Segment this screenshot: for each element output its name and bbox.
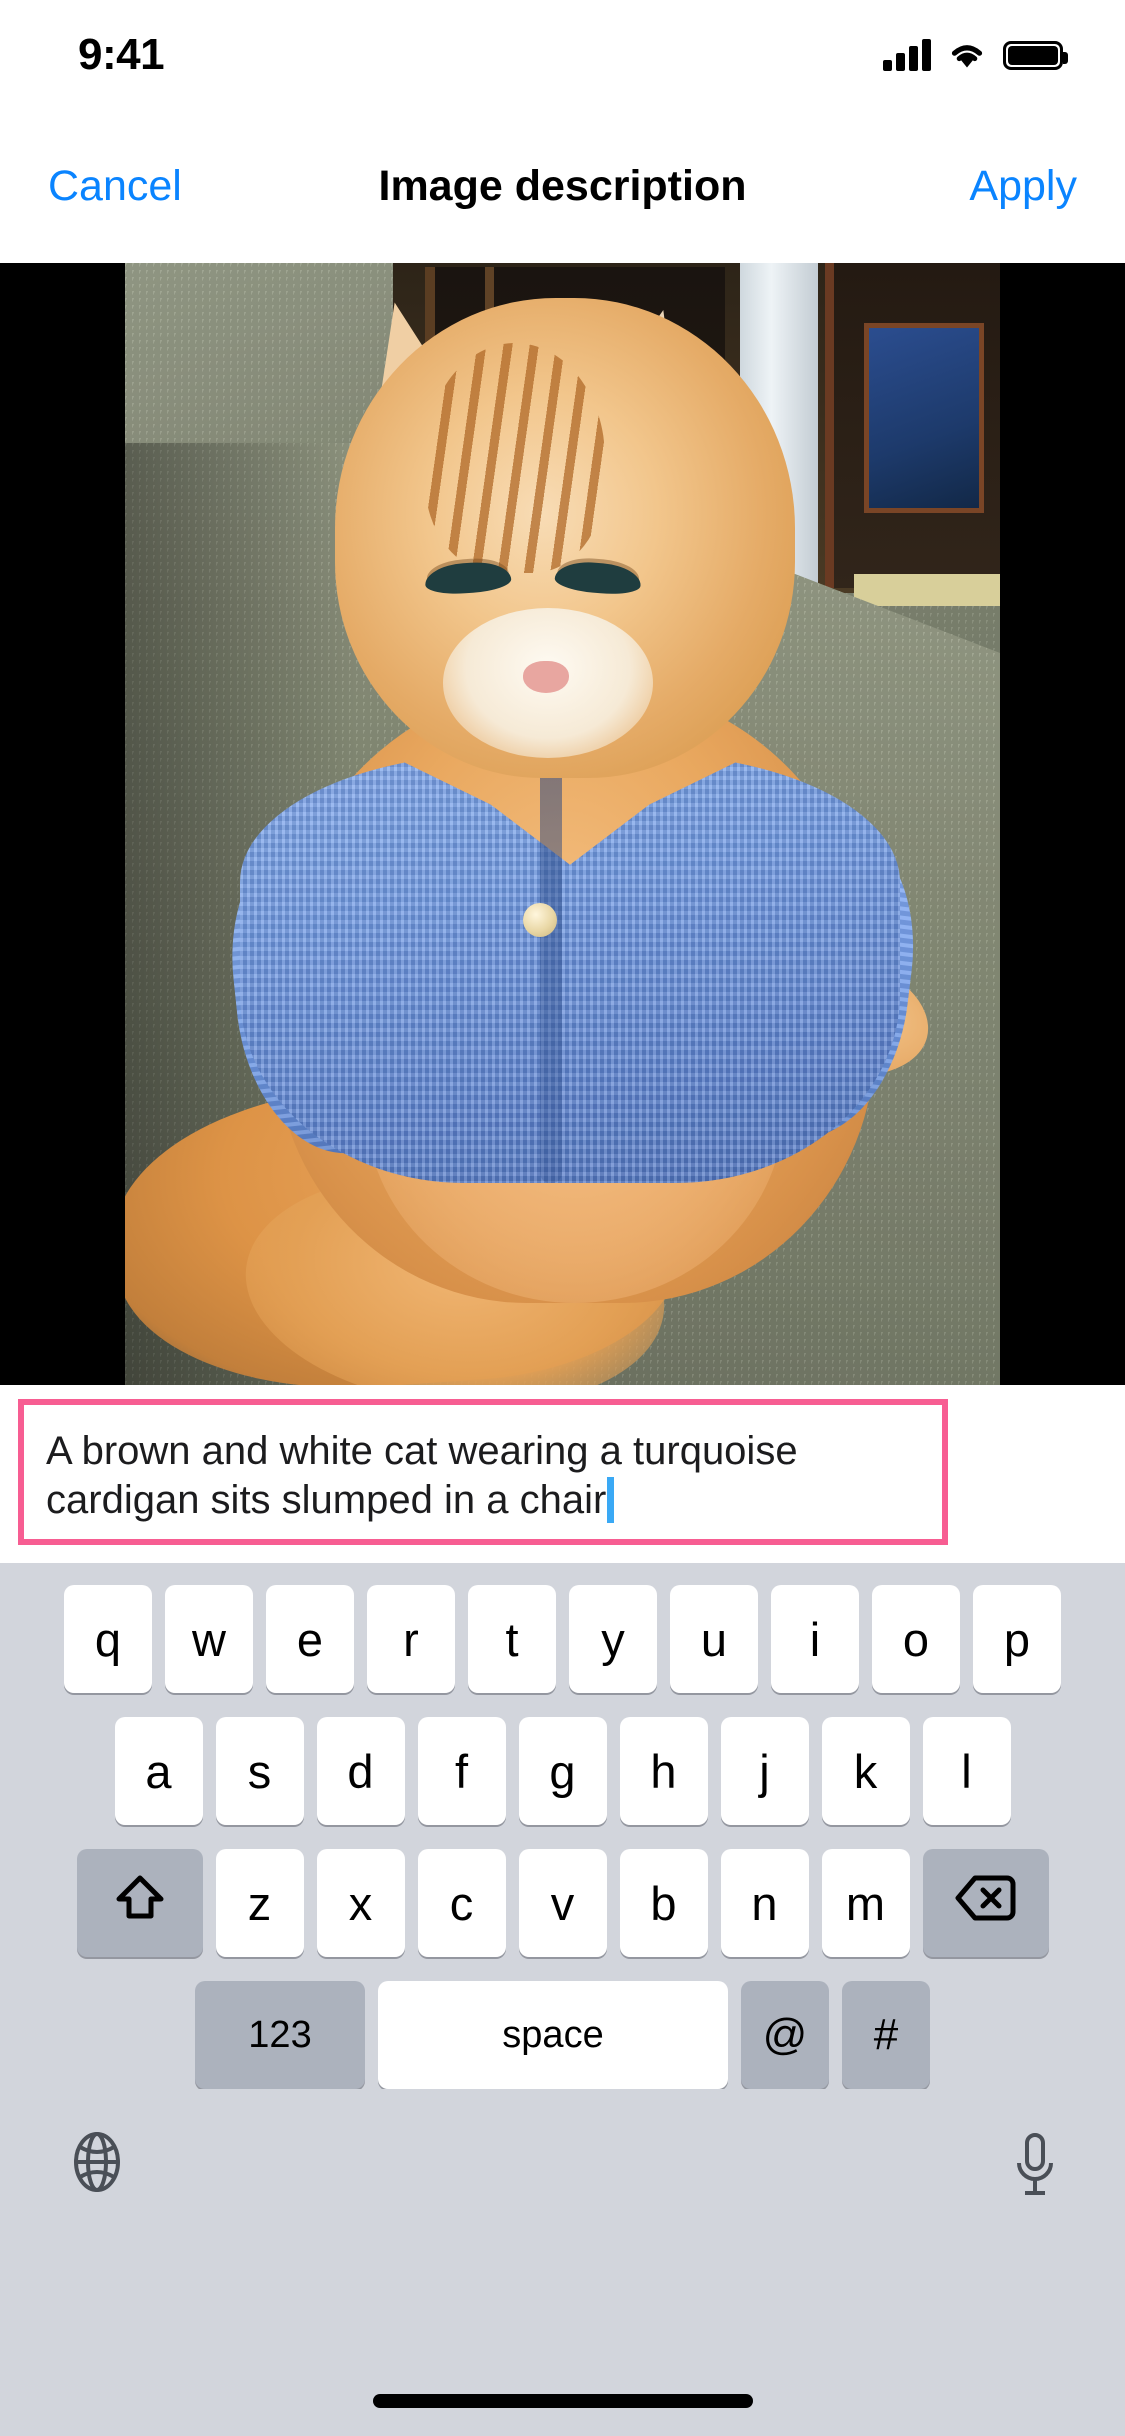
phone-screen: 9:41 Cancel Image description Apply A br…	[0, 0, 1125, 2436]
wifi-icon	[947, 40, 987, 70]
cancel-button[interactable]: Cancel	[38, 156, 192, 217]
key-p[interactable]: p	[973, 1585, 1061, 1693]
key-c[interactable]: c	[417, 1849, 506, 1957]
shift-key[interactable]	[76, 1849, 203, 1957]
description-line-1: A brown and white cat wearing a turquois…	[46, 1429, 798, 1473]
home-indicator[interactable]	[372, 2394, 753, 2408]
key-d[interactable]: d	[316, 1717, 405, 1825]
at-key[interactable]: @	[741, 1981, 829, 2089]
keyboard-row-4: 123 space @ #	[0, 1981, 1125, 2089]
cardigan-button	[523, 903, 557, 937]
cat-head-stripes	[425, 343, 605, 573]
key-x[interactable]: x	[316, 1849, 405, 1957]
onscreen-keyboard: q w e r t y u i o p a s d f g h j k l z …	[0, 1563, 1125, 2436]
key-q[interactable]: q	[64, 1585, 152, 1693]
key-r[interactable]: r	[367, 1585, 455, 1693]
description-field-container: A brown and white cat wearing a turquois…	[0, 1385, 1125, 1563]
numbers-key[interactable]: 123	[195, 1981, 365, 2089]
hash-key[interactable]: #	[842, 1981, 930, 2089]
key-v[interactable]: v	[518, 1849, 607, 1957]
keyboard-row-1: q w e r t y u i o p	[0, 1585, 1125, 1693]
photo-cat	[125, 263, 1000, 1385]
keyboard-row-2: a s d f g h j k l	[0, 1717, 1125, 1825]
status-indicators	[883, 39, 1068, 71]
key-t[interactable]: t	[468, 1585, 556, 1693]
keyboard-row-3: z x c v b n m	[0, 1849, 1125, 1957]
cat-photo	[125, 263, 1000, 1385]
shift-icon	[111, 1869, 169, 1938]
key-s[interactable]: s	[215, 1717, 304, 1825]
key-y[interactable]: y	[569, 1585, 657, 1693]
globe-icon	[66, 2132, 128, 2196]
key-n[interactable]: n	[720, 1849, 809, 1957]
status-time: 9:41	[78, 30, 165, 79]
key-h[interactable]: h	[619, 1717, 708, 1825]
key-e[interactable]: e	[266, 1585, 354, 1693]
text-caret	[607, 1476, 615, 1523]
apply-button[interactable]: Apply	[959, 156, 1087, 217]
dictation-key[interactable]	[1011, 2131, 1059, 2199]
backspace-icon	[955, 1874, 1017, 1933]
status-bar: 9:41	[0, 0, 1125, 110]
key-j[interactable]: j	[720, 1717, 809, 1825]
key-z[interactable]: z	[215, 1849, 304, 1957]
description-line-2-wrapper: cardigan sits slumped in a chair	[46, 1476, 922, 1525]
key-k[interactable]: k	[821, 1717, 910, 1825]
backspace-key[interactable]	[922, 1849, 1049, 1957]
microphone-icon	[1011, 2133, 1059, 2202]
description-line-2: cardigan sits slumped in a chair	[46, 1477, 607, 1522]
space-key[interactable]: space	[378, 1981, 728, 2089]
key-i[interactable]: i	[771, 1585, 859, 1693]
key-m[interactable]: m	[821, 1849, 910, 1957]
key-b[interactable]: b	[619, 1849, 708, 1957]
key-u[interactable]: u	[670, 1585, 758, 1693]
key-f[interactable]: f	[417, 1717, 506, 1825]
globe-key[interactable]	[66, 2131, 128, 2193]
image-description-input[interactable]: A brown and white cat wearing a turquois…	[18, 1399, 948, 1545]
key-o[interactable]: o	[872, 1585, 960, 1693]
battery-full-icon	[1003, 40, 1068, 70]
cellular-bars-icon	[883, 39, 931, 71]
image-viewer[interactable]	[0, 263, 1125, 1385]
keyboard-bottom-bar	[0, 2089, 1125, 2289]
key-w[interactable]: w	[165, 1585, 253, 1693]
key-a[interactable]: a	[114, 1717, 203, 1825]
key-l[interactable]: l	[922, 1717, 1011, 1825]
navigation-bar: Cancel Image description Apply	[0, 110, 1125, 263]
cat-nose	[523, 661, 569, 693]
key-g[interactable]: g	[518, 1717, 607, 1825]
cardigan-placket	[540, 763, 562, 1183]
